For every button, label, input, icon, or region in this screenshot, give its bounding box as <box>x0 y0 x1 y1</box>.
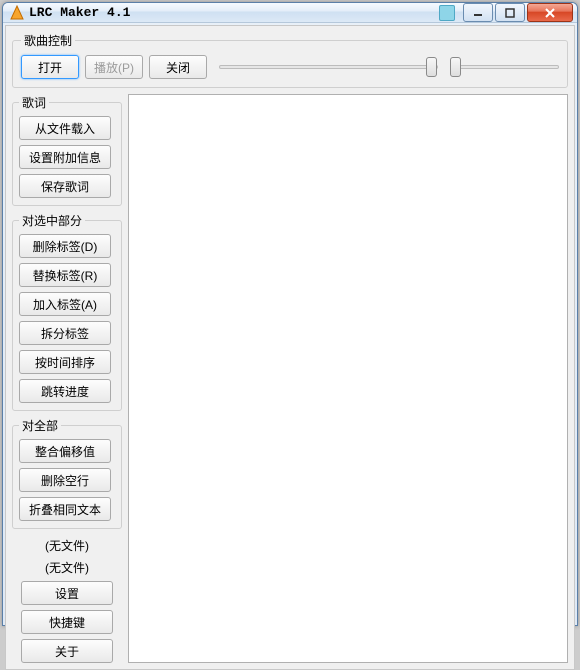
progress-slider[interactable] <box>219 57 438 77</box>
lyrics-editor[interactable] <box>128 94 568 663</box>
content-area: 歌曲控制 打开 播放(P) 关闭 歌词 从 <box>5 25 575 670</box>
close-button[interactable] <box>527 3 573 22</box>
no-file-label-1: (无文件) <box>12 537 122 554</box>
save-lyrics-button[interactable]: 保存歌词 <box>19 174 111 198</box>
replace-tag-button[interactable]: 替换标签(R) <box>19 263 111 287</box>
sidebar: 歌词 从文件载入 设置附加信息 保存歌词 对选中部分 删除标签(D) 替换标签(… <box>12 94 122 663</box>
play-button[interactable]: 播放(P) <box>85 55 143 79</box>
selection-group: 对选中部分 删除标签(D) 替换标签(R) 加入标签(A) 拆分标签 按时间排序… <box>12 212 122 411</box>
settings-button[interactable]: 设置 <box>21 581 113 605</box>
delete-tag-button[interactable]: 删除标签(D) <box>19 234 111 258</box>
fold-same-text-button[interactable]: 折叠相同文本 <box>19 497 111 521</box>
lyrics-group: 歌词 从文件载入 设置附加信息 保存歌词 <box>12 94 122 206</box>
remove-blank-button[interactable]: 删除空行 <box>19 468 111 492</box>
window-buttons <box>463 3 573 22</box>
song-control-group: 歌曲控制 打开 播放(P) 关闭 <box>12 32 568 88</box>
shield-icon <box>439 5 455 21</box>
about-button[interactable]: 关于 <box>21 639 113 663</box>
load-from-file-button[interactable]: 从文件载入 <box>19 116 111 140</box>
minimize-button[interactable] <box>463 3 493 22</box>
merge-offset-button[interactable]: 整合偏移值 <box>19 439 111 463</box>
extras-section: (无文件) (无文件) 设置 快捷键 关于 <box>12 535 122 663</box>
volume-slider[interactable] <box>450 57 559 77</box>
maximize-button[interactable] <box>495 3 525 22</box>
close-song-button[interactable]: 关闭 <box>149 55 207 79</box>
app-icon <box>9 5 25 21</box>
app-title: LRC Maker 4.1 <box>29 5 439 20</box>
no-file-label-2: (无文件) <box>12 559 122 576</box>
split-tag-button[interactable]: 拆分标签 <box>19 321 111 345</box>
overall-group: 对全部 整合偏移值 删除空行 折叠相同文本 <box>12 417 122 529</box>
shortcuts-button[interactable]: 快捷键 <box>21 610 113 634</box>
sort-by-time-button[interactable]: 按时间排序 <box>19 350 111 374</box>
add-tag-button[interactable]: 加入标签(A) <box>19 292 111 316</box>
app-window: LRC Maker 4.1 歌曲控制 打开 播放(P) 关闭 <box>2 2 578 626</box>
jump-progress-button[interactable]: 跳转进度 <box>19 379 111 403</box>
open-button[interactable]: 打开 <box>21 55 79 79</box>
titlebar[interactable]: LRC Maker 4.1 <box>3 3 577 23</box>
overall-legend: 对全部 <box>19 417 61 434</box>
selection-legend: 对选中部分 <box>19 212 85 229</box>
lyrics-legend: 歌词 <box>19 94 49 111</box>
song-control-legend: 歌曲控制 <box>21 32 75 49</box>
set-extra-info-button[interactable]: 设置附加信息 <box>19 145 111 169</box>
